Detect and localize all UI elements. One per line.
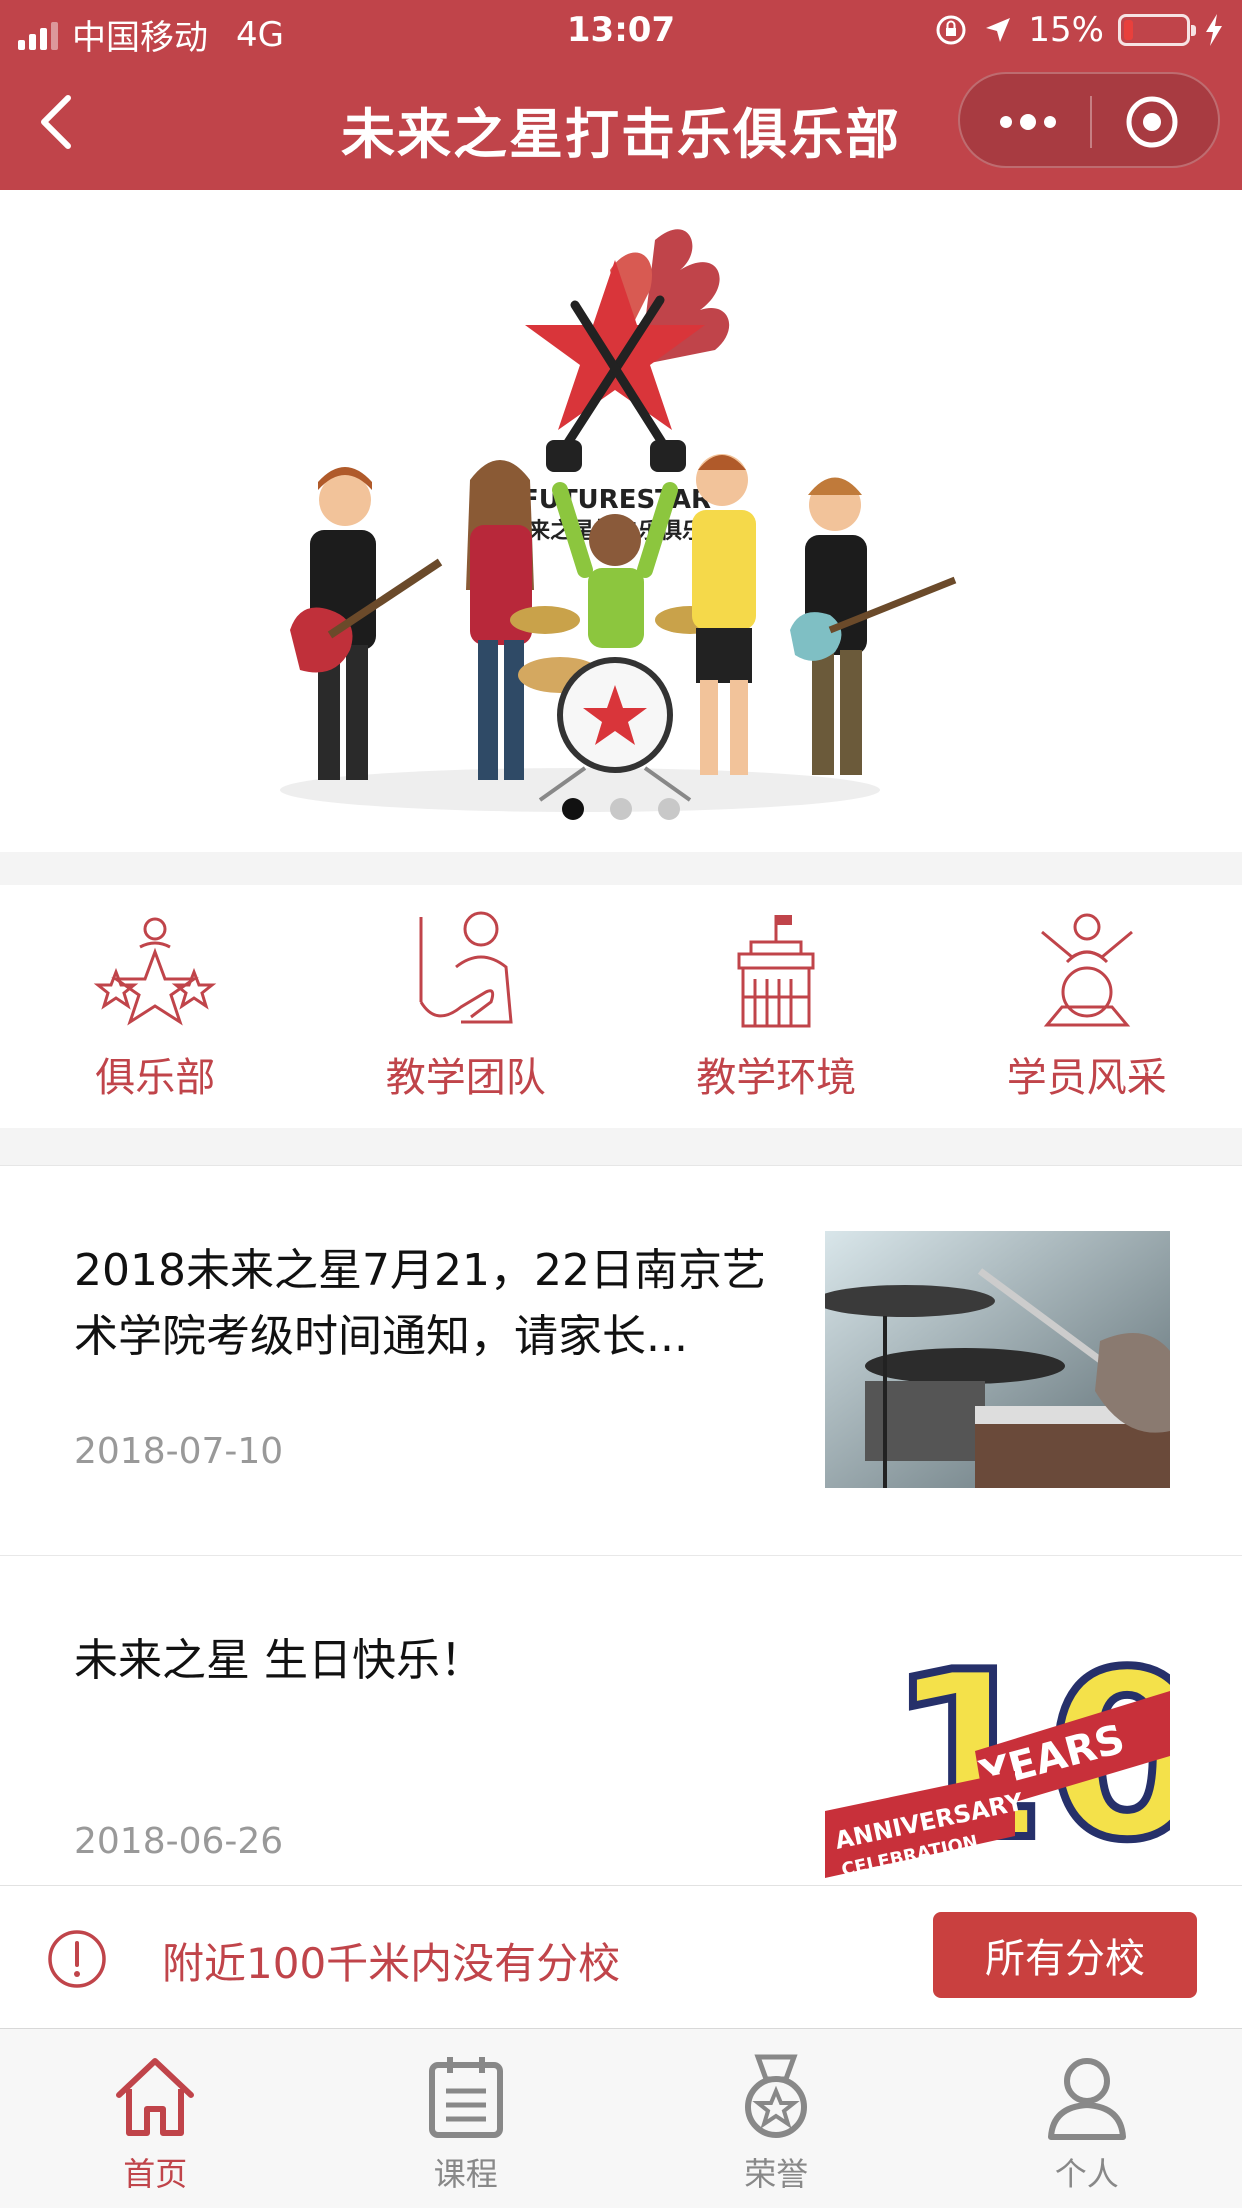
article-title: 2018未来之星7月21，22日南京艺术学院考级时间通知，请家长...: [74, 1245, 766, 1362]
category-environment[interactable]: 教学环境: [621, 885, 932, 1128]
category-label: 教学团队: [385, 1055, 546, 1101]
category-students[interactable]: 学员风采: [932, 885, 1242, 1128]
charging-bolt-icon: [1206, 14, 1222, 46]
branch-notice: 附近100千米内没有分校 所有分校: [0, 1885, 1242, 2028]
close-target-icon[interactable]: [1122, 92, 1182, 152]
teacher-icon: [419, 911, 513, 1024]
carousel-dot[interactable]: [610, 798, 632, 820]
tab-label: 个人: [1054, 2155, 1119, 2193]
location-arrow-icon: [986, 18, 1011, 42]
category-teaching-team[interactable]: 教学团队: [311, 885, 622, 1128]
drum-kit-photo: [825, 1231, 1170, 1488]
article-thumbnail: 10 YEARS ANNIVERSARY CELEBRATION: [825, 1621, 1170, 1878]
article-item[interactable]: 2018未来之星7月21，22日南京艺术学院考级时间通知，请家长... 2018…: [0, 1166, 1242, 1556]
tab-bar: 首页 课程 荣誉 个人: [0, 2028, 1242, 2208]
category-label: 俱乐部: [95, 1055, 216, 1101]
article-item[interactable]: 未来之星 生日快乐！ 2018-06-26 10 YEARS ANNIVERSA…: [0, 1556, 1242, 1885]
nav-bar: 未来之星打击乐俱乐部: [0, 62, 1242, 190]
club-stars-icon: [93, 917, 217, 1026]
category-label: 教学环境: [696, 1055, 857, 1101]
medal-icon: [745, 2054, 808, 2138]
carousel-indicators: [0, 798, 1242, 820]
status-bar: 中国移动 4G 13:07 15%: [0, 0, 1242, 62]
top-bar: 中国移动 4G 13:07 15% 未来之星打击乐俱乐部: [0, 0, 1242, 190]
tab-label: 荣誉: [744, 2155, 809, 2193]
futurestar-logo: FUTURESTAR 未来之星打击乐俱乐部: [506, 229, 730, 544]
carousel-dot[interactable]: [658, 798, 680, 820]
carousel-dot[interactable]: [562, 798, 584, 820]
category-grid: 俱乐部 教学团队 教学环境 学员风采: [0, 885, 1242, 1128]
article-date: 2018-06-26: [74, 1821, 284, 1862]
all-branches-button[interactable]: 所有分校: [933, 1912, 1197, 1998]
drummer-icon: [1040, 913, 1133, 1027]
building-icon: [737, 915, 815, 1028]
category-label: 学员风采: [1006, 1055, 1167, 1101]
tab-courses[interactable]: 课程: [311, 2029, 622, 2208]
tab-label: 首页: [123, 2155, 188, 2193]
anniversary-badge: 10 YEARS ANNIVERSARY CELEBRATION: [825, 1621, 1170, 1878]
article-date: 2018-07-10: [74, 1431, 284, 1472]
person-icon: [1047, 2058, 1126, 2140]
article-list: 2018未来之星7月21，22日南京艺术学院考级时间通知，请家长... 2018…: [0, 1165, 1242, 1885]
more-dots-icon[interactable]: [988, 92, 1068, 152]
bassist: [790, 477, 957, 775]
alert-icon: [48, 1930, 106, 1988]
battery-icon: [1118, 14, 1196, 46]
notice-text: 附近100千米内没有分校: [162, 1939, 621, 1988]
battery-percent: 15%: [1028, 10, 1104, 50]
tab-honors[interactable]: 荣誉: [621, 2029, 932, 2208]
category-club[interactable]: 俱乐部: [0, 885, 311, 1128]
band-illustration: FUTURESTAR 未来之星打击乐俱乐部: [280, 229, 957, 812]
article-thumbnail: [825, 1231, 1170, 1488]
guitarist-left: [290, 467, 443, 780]
tab-profile[interactable]: 个人: [932, 2029, 1242, 2208]
calendar-icon: [428, 2057, 503, 2138]
logo-text-en: FUTURESTAR: [521, 485, 711, 515]
banner-carousel[interactable]: FUTURESTAR 未来之星打击乐俱乐部: [0, 190, 1242, 852]
article-title: 未来之星 生日快乐！: [74, 1635, 484, 1686]
mini-program-capsule: [958, 72, 1220, 168]
home-icon: [116, 2058, 195, 2136]
tab-home[interactable]: 首页: [0, 2029, 311, 2208]
tab-label: 课程: [433, 2155, 498, 2193]
rotation-lock-icon: [936, 15, 966, 45]
